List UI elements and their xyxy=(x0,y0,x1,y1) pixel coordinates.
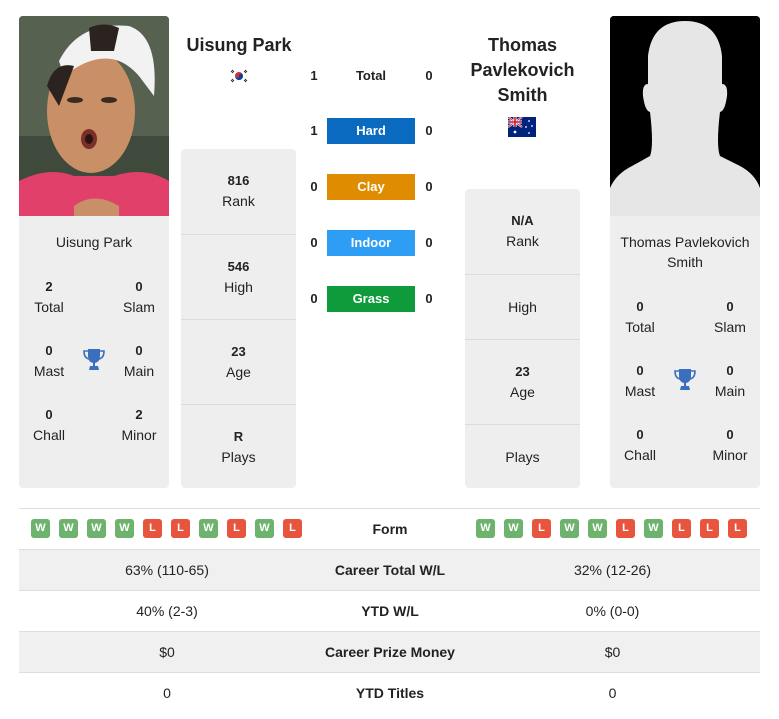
h2h-p2-total: 0 xyxy=(425,68,433,83)
h2h-row-hard: 1 Hard 0 xyxy=(300,118,450,144)
player1-rank: 816 Rank xyxy=(222,173,255,209)
form-badge-win[interactable]: W xyxy=(560,519,579,538)
h2h-p1-total: 1 xyxy=(310,68,318,83)
form-badge-win[interactable]: W xyxy=(476,519,495,538)
h2h-row-clay: 0 Clay 0 xyxy=(300,174,450,200)
form-badge-win[interactable]: W xyxy=(31,519,50,538)
form-badge-loss[interactable]: L xyxy=(227,519,246,538)
h2h-p1-grass: 0 xyxy=(310,291,318,306)
player2-titles-card: Thomas Pavlekovich Smith 0 Total 0 Slam … xyxy=(610,216,760,488)
player1-high: 546 High xyxy=(181,234,296,319)
form-badge-loss[interactable]: L xyxy=(143,519,162,538)
silhouette-placeholder-icon xyxy=(610,16,760,216)
h2h-p2-indoor: 0 xyxy=(425,235,433,250)
form-badge-win[interactable]: W xyxy=(59,519,78,538)
player1-plays: R Plays xyxy=(181,404,296,488)
flag-south-korea-icon xyxy=(229,68,249,89)
surface-badge-grass[interactable]: Grass xyxy=(327,286,415,312)
player1-titles-card: Uisung Park 2 Total 0 Slam 0 Mast 0 Main… xyxy=(19,216,169,488)
trophy-icon xyxy=(673,367,697,393)
h2h-label-total: Total xyxy=(355,68,387,83)
form-badge-win[interactable]: W xyxy=(588,519,607,538)
surface-badge-indoor[interactable]: Indoor xyxy=(327,230,415,256)
trophy-icon xyxy=(82,347,106,373)
h2h-row-total: 1 Total 0 xyxy=(300,63,450,89)
label-ytd-wl: YTD W/L xyxy=(361,603,419,619)
flag-australia-icon xyxy=(507,116,536,142)
player2-photo xyxy=(610,16,760,216)
form-badge-win[interactable]: W xyxy=(115,519,134,538)
player1-form: WWWWLLWLWL xyxy=(31,519,302,538)
form-badge-loss[interactable]: L xyxy=(171,519,190,538)
label-ytd-titles: YTD Titles xyxy=(355,685,425,701)
p1-prize-money: $0 xyxy=(159,644,175,660)
player2-plays: Plays xyxy=(465,424,580,488)
player2-high: High xyxy=(465,274,580,339)
form-badge-loss[interactable]: L xyxy=(672,519,691,538)
p1-career-wl: 63% (110-65) xyxy=(125,562,209,578)
compare-row-ytd-titles: 0 YTD Titles 0 xyxy=(19,672,760,713)
player1-photo xyxy=(19,16,169,216)
h2h-p2-grass: 0 xyxy=(425,291,433,306)
player2-age: 23 Age xyxy=(465,339,580,424)
player1-titles-minor: 2 Minor xyxy=(121,407,157,443)
form-label: Form xyxy=(372,521,408,537)
player1-name-heading[interactable]: Uisung Park xyxy=(174,33,304,58)
compare-row-prize-money: $0 Career Prize Money $0 xyxy=(19,631,760,672)
player2-titles-slam: 0 Slam xyxy=(714,299,746,335)
label-career-wl: Career Total W/L xyxy=(334,562,446,578)
player2-titles-chall: 0 Chall xyxy=(624,427,656,463)
form-badge-win[interactable]: W xyxy=(87,519,106,538)
h2h-p1-hard: 1 xyxy=(310,123,318,138)
label-prize-money: Career Prize Money xyxy=(325,644,455,660)
p2-ytd-titles: 0 xyxy=(608,685,617,701)
player1-photo-image xyxy=(19,16,169,216)
player2-rank: N/A Rank xyxy=(506,213,539,249)
player1-card-name: Uisung Park xyxy=(55,234,133,250)
surface-badge-clay[interactable]: Clay xyxy=(327,174,415,200)
player1-stats-column: 816 Rank 546 High 23 Age R Plays xyxy=(181,149,296,488)
form-badge-loss[interactable]: L xyxy=(700,519,719,538)
form-badge-win[interactable]: W xyxy=(504,519,523,538)
form-badge-loss[interactable]: L xyxy=(616,519,635,538)
h2h-p2-clay: 0 xyxy=(425,179,433,194)
p1-ytd-titles: 0 xyxy=(163,685,171,701)
player2-titles-mast: 0 Mast xyxy=(624,363,656,399)
player1-titles-mast: 0 Mast xyxy=(33,343,65,379)
player2-stats-column: N/A Rank High 23 Age Plays xyxy=(465,189,580,488)
h2h-row-grass: 0 Grass 0 xyxy=(300,286,450,312)
h2h-p2-hard: 0 xyxy=(425,123,433,138)
p2-career-wl: 32% (12-26) xyxy=(573,562,652,578)
player1-age: 23 Age xyxy=(181,319,296,404)
form-badge-loss[interactable]: L xyxy=(532,519,551,538)
form-badge-win[interactable]: W xyxy=(644,519,663,538)
form-badge-win[interactable]: W xyxy=(255,519,274,538)
compare-row-ytd-wl: 40% (2-3) YTD W/L 0% (0-0) xyxy=(19,590,760,631)
player2-titles-minor: 0 Minor xyxy=(712,427,748,463)
p1-ytd-wl: 40% (2-3) xyxy=(136,603,198,619)
player1-titles-main: 0 Main xyxy=(123,343,155,379)
player2-card-name: Thomas Pavlekovich Smith xyxy=(620,234,750,270)
p2-prize-money: $0 xyxy=(604,644,621,660)
p2-ytd-wl: 0% (0-0) xyxy=(585,603,640,619)
form-badge-loss[interactable]: L xyxy=(283,519,302,538)
player2-titles-total: 0 Total xyxy=(625,299,655,335)
player2-name-heading[interactable]: Thomas Pavlekovich Smith xyxy=(455,33,590,108)
player1-titles-total: 2 Total xyxy=(34,279,64,315)
form-badge-loss[interactable]: L xyxy=(728,519,747,538)
surface-badge-hard[interactable]: Hard xyxy=(327,118,415,144)
h2h-row-indoor: 0 Indoor 0 xyxy=(300,230,450,256)
h2h-p1-clay: 0 xyxy=(310,179,318,194)
divider xyxy=(19,508,760,509)
player1-titles-chall: 0 Chall xyxy=(33,407,65,443)
player1-titles-slam: 0 Slam xyxy=(123,279,155,315)
compare-row-career-wl: 63% (110-65) Career Total W/L 32% (12-26… xyxy=(19,549,760,590)
player2-form: WWLWWLWLLL xyxy=(476,519,747,538)
form-badge-win[interactable]: W xyxy=(199,519,218,538)
player2-titles-main: 0 Main xyxy=(714,363,746,399)
h2h-p1-indoor: 0 xyxy=(310,235,318,250)
